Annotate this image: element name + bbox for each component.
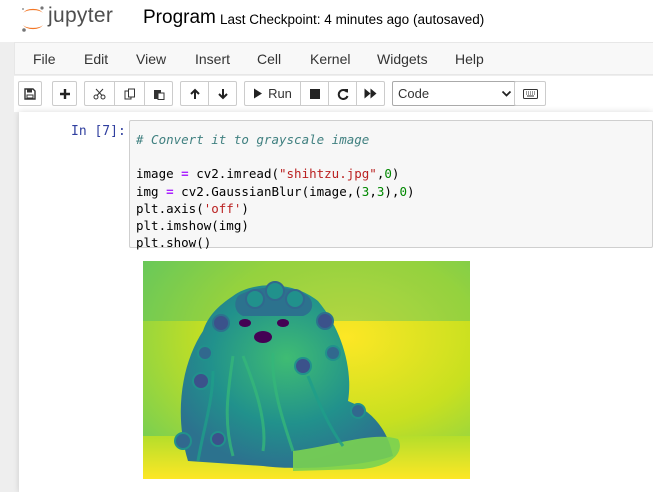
arrow-up-icon [189,88,200,99]
run-label: Run [268,86,292,101]
cut-button[interactable] [84,81,115,106]
stop-icon [309,88,320,99]
plus-icon [59,88,70,99]
menu-cell[interactable]: Cell [257,51,281,67]
code-line: plt.imshow(img) [136,218,249,233]
save-button[interactable] [18,81,42,106]
keyboard-icon [522,88,538,99]
menu-kernel[interactable]: Kernel [310,51,350,67]
dog-image [143,261,470,479]
code-line: img = cv2.GaussianBlur(image,(3,3),0) [136,184,415,199]
play-icon [254,88,263,99]
insert-cell-button[interactable] [52,81,77,106]
menu-file[interactable]: File [33,51,56,67]
header: jupyter Program Last Checkpoint: 4 minut… [0,0,653,42]
restart-icon [337,88,348,100]
checkpoint-status: Last Checkpoint: 4 minutes ago [220,12,410,27]
restart-run-all-button[interactable] [356,81,385,106]
menu-edit[interactable]: Edit [84,51,108,67]
move-down-button[interactable] [208,81,237,106]
command-palette-button[interactable] [514,81,546,106]
jupyter-logo-text: jupyter [48,4,114,27]
notebook-title[interactable]: Program [143,7,216,29]
notebook-container: In [7]: # Convert it to grayscale image … [19,112,653,492]
code-line: # Convert it to grayscale image [136,132,370,147]
copy-icon [124,88,135,99]
save-icon [24,87,36,100]
paste-icon [153,89,164,100]
code-line: plt.axis('off') [136,201,249,216]
menubar: File Edit View Insert Cell Kernel Widget… [14,42,653,75]
menu-view[interactable]: View [136,51,166,67]
paste-button[interactable] [144,81,173,106]
code-cell-input[interactable]: # Convert it to grayscale image image = … [129,120,653,250]
chevron-down-icon [501,90,512,97]
menu-widgets[interactable]: Widgets [377,51,428,67]
autosave-status: (autosaved) [413,12,485,27]
interrupt-button[interactable] [300,81,329,106]
code-line: image = cv2.imread("shihtzu.jpg",0) [136,166,400,181]
scissors-icon [93,88,106,99]
input-prompt: In [7]: [71,124,126,139]
copy-button[interactable] [114,81,145,106]
cell-type-select[interactable]: Code [392,81,519,106]
cell-type-value: Code [398,86,430,101]
toolbar: Run Code [14,76,653,112]
jupyter-logo-icon [22,6,44,32]
run-button[interactable]: Run [244,81,301,106]
output-image [143,261,470,479]
menu-help[interactable]: Help [455,51,484,67]
restart-button[interactable] [328,81,357,106]
arrow-down-icon [217,88,228,99]
menu-insert[interactable]: Insert [195,51,230,67]
fast-forward-icon [364,88,377,99]
move-up-button[interactable] [180,81,209,106]
code-line: plt.show() [136,235,212,250]
